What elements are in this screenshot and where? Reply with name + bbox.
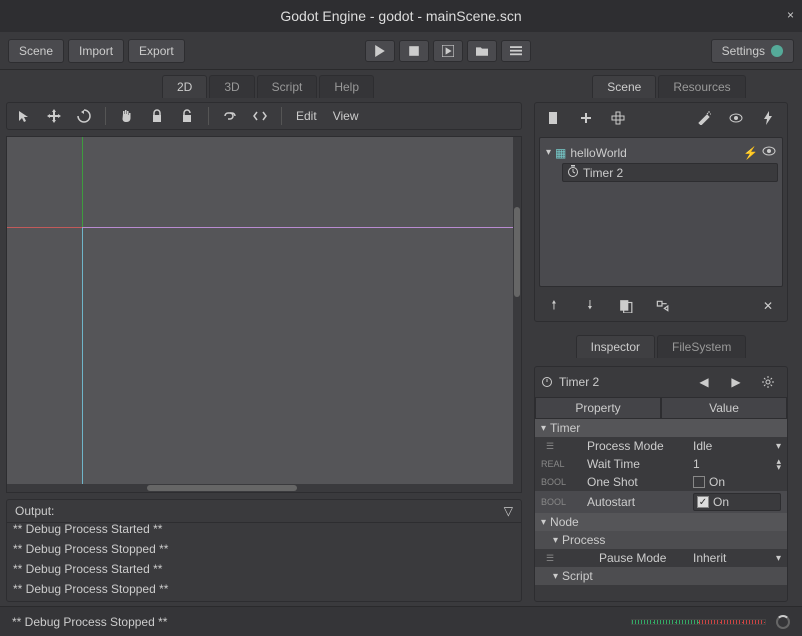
output-title: Output: [15, 504, 54, 518]
node-icon: ▦ [555, 146, 566, 160]
reparent-icon[interactable] [649, 295, 675, 317]
add-node-icon[interactable] [573, 107, 599, 129]
status-dot-icon [771, 45, 783, 57]
status-text: ** Debug Process Stopped ** [12, 615, 167, 629]
eye-icon[interactable] [723, 107, 749, 129]
enum-icon: ☰ [541, 553, 559, 564]
section-node[interactable]: ▾Node [535, 513, 787, 531]
play-button[interactable] [365, 40, 395, 62]
scene-panel: ▾ ▦ helloWorld ⚡ Timer 2 🠕 🠗 ✕ [534, 102, 788, 322]
axis-vertical [82, 137, 83, 492]
code-tool[interactable] [247, 105, 273, 127]
root-name: helloWorld [570, 146, 626, 160]
tab-2d[interactable]: 2D [162, 75, 207, 98]
lock-tool[interactable] [144, 105, 170, 127]
horizontal-scrollbar[interactable] [7, 484, 521, 492]
move-up-icon[interactable]: 🠕 [541, 295, 567, 317]
gear-icon[interactable] [755, 371, 781, 393]
tree-root-row[interactable]: ▾ ▦ helloWorld ⚡ [544, 142, 778, 163]
checkbox[interactable] [693, 476, 705, 488]
play-scene-button[interactable] [433, 40, 463, 62]
window-title: Godot Engine - godot - mainScene.scn [280, 8, 521, 24]
tab-help[interactable]: Help [319, 75, 374, 98]
close-icon[interactable]: × [787, 8, 794, 22]
timer-icon [567, 165, 579, 180]
output-lines: ** Debug Process Started ** ** Debug Pro… [7, 523, 521, 601]
real-icon: REAL [541, 459, 559, 469]
edit-menu[interactable]: Edit [290, 105, 323, 127]
bolt-icon[interactable]: ⚡ [743, 146, 758, 160]
prop-autostart[interactable]: BOOL Autostart ✓On [535, 491, 787, 513]
statusbar: ** Debug Process Stopped ** [0, 606, 802, 636]
property-header: Property Value [535, 397, 787, 419]
timer-icon [541, 375, 553, 390]
section-timer[interactable]: ▾Timer [535, 419, 787, 437]
view-menu[interactable]: View [327, 105, 365, 127]
axis-horizontal [7, 227, 521, 228]
scene-tree[interactable]: ▾ ▦ helloWorld ⚡ Timer 2 [539, 137, 783, 287]
section-process[interactable]: ▾Process [535, 531, 787, 549]
export-menu[interactable]: Export [128, 39, 185, 63]
spinner-icon[interactable]: ▴▾ [776, 458, 781, 470]
tab-scene[interactable]: Scene [592, 75, 656, 98]
rotate-tool[interactable] [71, 105, 97, 127]
inspector-panel: Timer 2 ◀ ▶ Property Value ▾Timer ☰ Proc… [534, 366, 788, 602]
expand-icon[interactable]: ▾ [546, 147, 551, 158]
canvas-viewport[interactable] [6, 136, 522, 493]
scene-menu[interactable]: Scene [8, 39, 64, 63]
unlock-tool[interactable] [174, 105, 200, 127]
stop-button[interactable] [399, 40, 429, 62]
new-scene-icon[interactable] [541, 107, 567, 129]
tab-inspector[interactable]: Inspector [576, 335, 655, 358]
vertical-scrollbar[interactable] [513, 137, 521, 492]
list-button[interactable] [501, 40, 531, 62]
open-button[interactable] [467, 40, 497, 62]
menubar: Scene Import Export Settings [0, 32, 802, 70]
bolt-icon[interactable] [755, 107, 781, 129]
instance-icon[interactable] [605, 107, 631, 129]
inspector-node-name: Timer 2 [559, 375, 599, 389]
tab-3d[interactable]: 3D [209, 75, 254, 98]
prop-process-mode[interactable]: ☰ Process Mode Idle▾ [535, 437, 787, 455]
chain-tool[interactable] [217, 105, 243, 127]
tab-filesystem[interactable]: FileSystem [657, 335, 746, 358]
move-tool[interactable] [41, 105, 67, 127]
collapse-icon[interactable]: ▽ [504, 504, 513, 518]
prop-one-shot[interactable]: BOOL One Shot On [535, 473, 787, 491]
pan-tool[interactable] [114, 105, 140, 127]
tree-child-row[interactable]: Timer 2 [562, 163, 778, 182]
history-back-icon[interactable]: ◀ [691, 371, 717, 393]
tab-resources[interactable]: Resources [658, 75, 745, 98]
import-menu[interactable]: Import [68, 39, 124, 63]
checkbox[interactable]: ✓ [697, 496, 709, 508]
tab-script[interactable]: Script [257, 75, 318, 98]
delete-icon[interactable]: ✕ [755, 295, 781, 317]
visibility-icon[interactable] [762, 144, 776, 161]
prop-pause-mode[interactable]: ☰ Pause Mode Inherit▾ [535, 549, 787, 567]
spinner-icon [776, 615, 790, 629]
move-down-icon[interactable]: 🠗 [577, 295, 603, 317]
chevron-down-icon[interactable]: ▾ [776, 441, 781, 452]
history-fwd-icon[interactable]: ▶ [723, 371, 749, 393]
section-script[interactable]: ▾Script [535, 567, 787, 585]
duplicate-icon[interactable] [613, 295, 639, 317]
wand-icon[interactable] [691, 107, 717, 129]
performance-meter [631, 619, 766, 625]
bool-icon: BOOL [541, 497, 559, 507]
canvas-toolbar: Edit View [6, 102, 522, 130]
select-tool[interactable] [11, 105, 37, 127]
settings-menu[interactable]: Settings [711, 39, 794, 63]
titlebar: Godot Engine - godot - mainScene.scn × [0, 0, 802, 32]
prop-wait-time[interactable]: REAL Wait Time 1▴▾ [535, 455, 787, 473]
child-name: Timer 2 [583, 166, 623, 180]
chevron-down-icon[interactable]: ▾ [776, 553, 781, 564]
bool-icon: BOOL [541, 477, 559, 487]
output-panel: Output: ▽ ** Debug Process Started ** **… [6, 499, 522, 602]
enum-icon: ☰ [541, 441, 559, 452]
